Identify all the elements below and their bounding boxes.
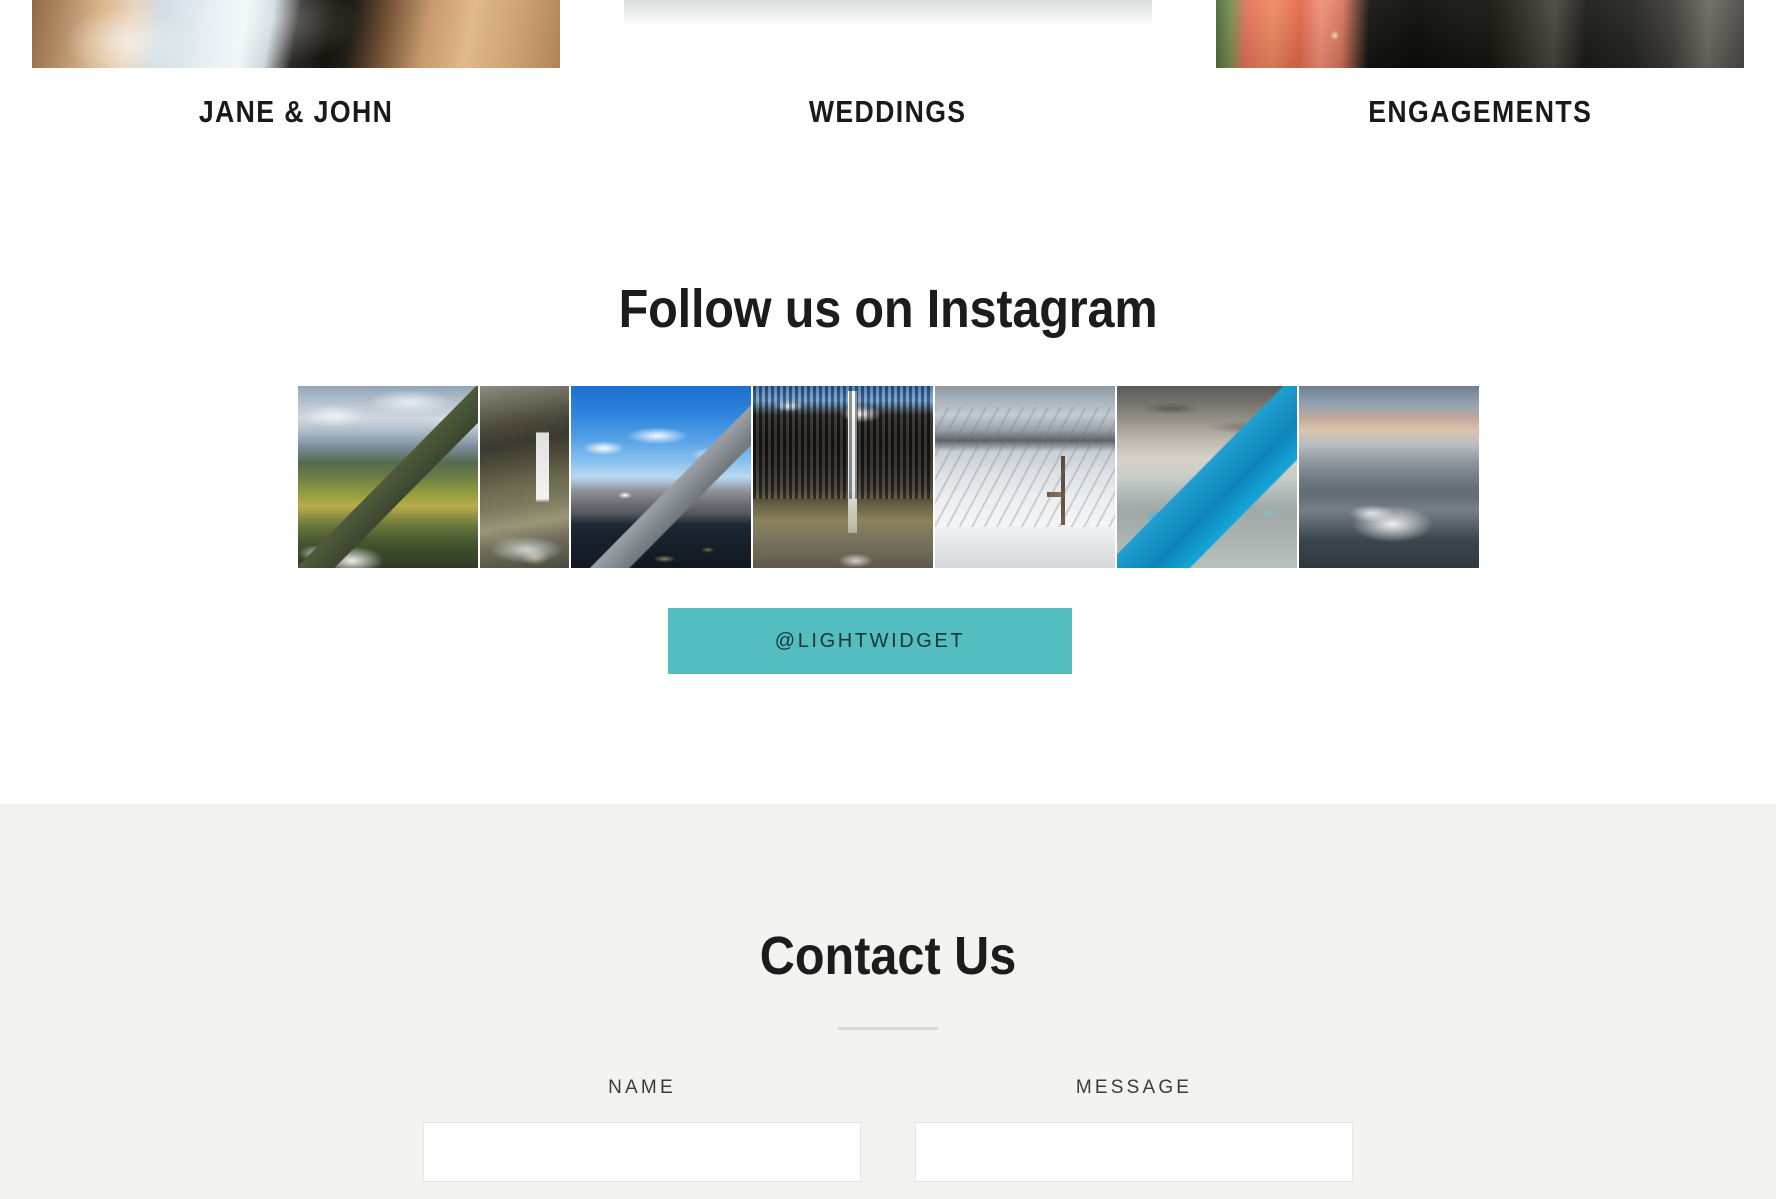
category-label: JANE & JOHN	[198, 94, 394, 129]
message-field-group: MESSAGE	[915, 1077, 1353, 1182]
contact-form: NAME MESSAGE	[0, 1077, 1776, 1182]
instagram-button-wrapper: @LIGHTWIDGET	[0, 608, 1776, 674]
instagram-heading: Follow us on Instagram	[618, 279, 1158, 339]
contact-heading: Contact Us	[759, 926, 1017, 986]
instagram-section: Follow us on Instagram @LIGHTWIDGET	[0, 130, 1776, 674]
engagement-couple-with-flowers-photo[interactable]	[1216, 0, 1744, 68]
portfolio-category-strip: JANE & JOHN WEDDINGS ENGAGEMENTS	[0, 0, 1776, 130]
instagram-photo-6[interactable]	[1116, 386, 1297, 568]
category-card-jane-and-john[interactable]: JANE & JOHN	[0, 0, 592, 130]
instagram-photo-3[interactable]	[570, 386, 751, 568]
instagram-handle-button[interactable]: @LIGHTWIDGET	[668, 608, 1072, 674]
name-field-label: NAME	[608, 1077, 676, 1098]
instagram-photo-gallery	[0, 386, 1776, 568]
message-field-label: MESSAGE	[1075, 1077, 1193, 1098]
message-input[interactable]	[915, 1122, 1353, 1182]
category-label: WEDDINGS	[809, 94, 967, 129]
category-card-engagements[interactable]: ENGAGEMENTS	[1184, 0, 1776, 130]
instagram-photo-5[interactable]	[934, 386, 1115, 568]
instagram-photo-4[interactable]	[752, 386, 933, 568]
wedding-couple-on-road-photo[interactable]	[624, 0, 1152, 68]
instagram-photo-2[interactable]	[479, 386, 569, 568]
category-card-weddings[interactable]: WEDDINGS	[592, 0, 1184, 130]
contact-section: Contact Us NAME MESSAGE	[0, 804, 1776, 1199]
name-field-group: NAME	[423, 1077, 861, 1182]
instagram-photo-7[interactable]	[1298, 386, 1479, 568]
instagram-photo-1[interactable]	[297, 386, 478, 568]
name-input[interactable]	[423, 1122, 861, 1182]
bride-and-groom-closeup-photo[interactable]	[32, 0, 560, 68]
category-label: ENGAGEMENTS	[1367, 94, 1593, 129]
heading-divider	[838, 1027, 938, 1030]
